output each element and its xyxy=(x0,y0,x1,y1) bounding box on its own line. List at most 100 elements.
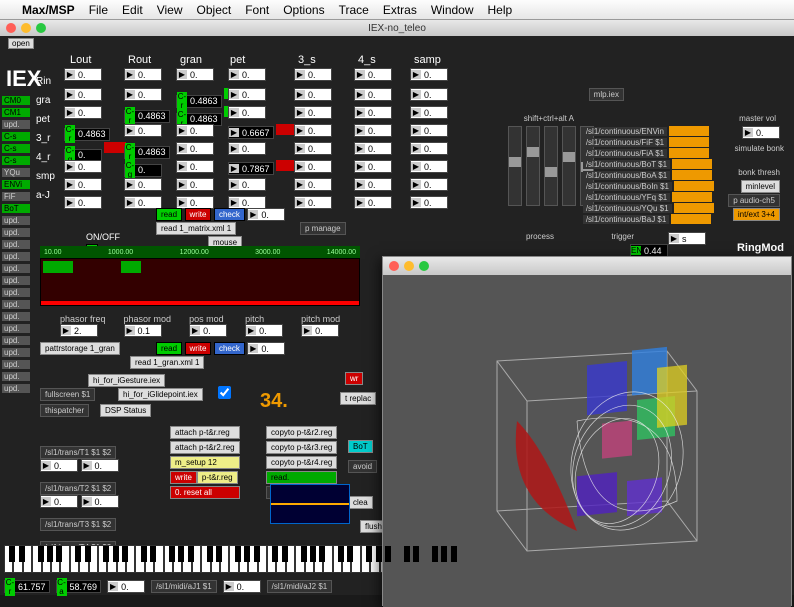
trans1-n2[interactable]: ▶0. xyxy=(81,459,119,472)
side-upd10[interactable]: upd. xyxy=(2,312,30,321)
clear[interactable]: clea xyxy=(348,496,373,509)
jitter-min[interactable] xyxy=(404,261,414,271)
fader-2[interactable] xyxy=(526,126,540,206)
side-upd8[interactable]: upd. xyxy=(2,288,30,297)
path-bar-4[interactable] xyxy=(672,170,712,180)
numbox-4-7[interactable]: ▶0. xyxy=(294,196,332,209)
numbox-5-5[interactable]: ▶0. xyxy=(354,160,392,173)
rwc-num[interactable]: ▶0. xyxy=(247,208,285,221)
numbox-5-7[interactable]: ▶0. xyxy=(354,196,392,209)
avoid[interactable]: avoid xyxy=(348,460,377,473)
read-button[interactable]: read xyxy=(156,208,182,221)
jitter-close[interactable] xyxy=(389,261,399,271)
path-0[interactable]: /sl1/continuous/ENVin xyxy=(583,127,667,136)
numbox-1-6[interactable]: ▶0. xyxy=(124,178,162,191)
path-7[interactable]: /sl1/continuous/YQu $1 xyxy=(583,204,672,213)
foot-ca[interactable]: C-a58.769 xyxy=(56,580,102,593)
numbox-4-6[interactable]: ▶0. xyxy=(294,178,332,191)
clip-1[interactable] xyxy=(43,261,73,273)
mlp[interactable]: mlp.iex xyxy=(589,88,624,101)
path-bar-1[interactable] xyxy=(669,137,709,147)
read-gran[interactable]: read 1_gran.xml 1 xyxy=(130,356,204,369)
path-3[interactable]: /sl1/continuous/BoT $1 xyxy=(583,160,670,169)
num-pitch-mod[interactable]: ▶0. xyxy=(301,324,339,337)
numbox-6-6[interactable]: ▶0. xyxy=(410,178,448,191)
dsp-status[interactable]: DSP Status xyxy=(100,404,151,417)
numbox-4-2[interactable]: ▶0. xyxy=(294,106,332,119)
wr-btn[interactable]: wr xyxy=(345,372,363,385)
trans1-n1[interactable]: ▶0. xyxy=(40,459,78,472)
timeline-track[interactable] xyxy=(40,258,360,306)
trans2-n1[interactable]: ▶0. xyxy=(40,495,78,508)
side-bot[interactable]: BoT xyxy=(2,204,30,213)
numbox-2-0[interactable]: ▶0. xyxy=(176,68,214,81)
numbox-0-5[interactable]: ▶0. xyxy=(64,160,102,173)
numbox-3-0[interactable]: ▶0. xyxy=(228,68,266,81)
path-4[interactable]: /sl1/continuous/BoA $1 xyxy=(583,171,670,180)
hi-glide[interactable]: hi_for_iGlidepoint.iex xyxy=(118,388,203,401)
numbox-1-2[interactable]: C-r0.4863 xyxy=(124,110,170,123)
numbox-0-1[interactable]: ▶0. xyxy=(64,88,102,101)
jitter-zoom[interactable] xyxy=(419,261,429,271)
copy3[interactable]: copyto p-t&r4.reg xyxy=(266,456,337,469)
copy1[interactable]: copyto p-t&r2.reg xyxy=(266,426,337,439)
pattrstorage[interactable]: pattrstorage 1_gran xyxy=(40,342,120,355)
num-pos-mod[interactable]: ▶0. xyxy=(189,324,227,337)
side-upd14[interactable]: upd. xyxy=(2,360,30,369)
path-8[interactable]: /sl1/continuous/BaJ $1 xyxy=(583,215,670,224)
side-cs1[interactable]: C-s xyxy=(2,132,30,141)
numbox-0-3[interactable]: C-r0.4863 xyxy=(64,128,110,141)
write-button[interactable]: write xyxy=(185,208,212,221)
fader-4[interactable] xyxy=(562,126,576,206)
numbox-5-0[interactable]: ▶0. xyxy=(354,68,392,81)
trans3[interactable]: /sl1/trans/T3 $1 $2 xyxy=(40,518,116,531)
foot-n1[interactable]: ▶0. xyxy=(107,580,145,593)
numbox-0-7[interactable]: ▶0. xyxy=(64,196,102,209)
side-fif[interactable]: FiF xyxy=(2,192,30,201)
numbox-1-4[interactable]: C-r0.4863 xyxy=(124,146,170,159)
numbox-2-6[interactable]: ▶0. xyxy=(176,178,214,191)
path-bar-0[interactable] xyxy=(669,126,709,136)
menu-extras[interactable]: Extras xyxy=(383,3,417,17)
numbox-2-4[interactable]: ▶0. xyxy=(176,142,214,155)
midi1[interactable]: /sl1/midi/aJ1 $1 xyxy=(151,580,217,593)
ptrreg[interactable]: p-t&r.reg xyxy=(197,471,238,484)
treplace[interactable]: t replac xyxy=(340,392,376,405)
minimize-button[interactable] xyxy=(21,23,31,33)
clip-2[interactable] xyxy=(121,261,141,273)
side-upd16[interactable]: upd. xyxy=(2,384,30,393)
trans2-n2[interactable]: ▶0. xyxy=(81,495,119,508)
side-yqu[interactable]: YQu xyxy=(2,168,30,177)
numbox-2-5[interactable]: ▶0. xyxy=(176,160,214,173)
p-manage[interactable]: p manage xyxy=(300,222,346,235)
numbox-3-4[interactable]: ▶0. xyxy=(228,142,266,155)
msetup[interactable]: m_setup 12 xyxy=(170,456,240,469)
side-upd9[interactable]: upd. xyxy=(2,300,30,309)
side-cs2[interactable]: C-s xyxy=(2,144,30,153)
thispatcher[interactable]: thispatcher xyxy=(40,404,89,417)
numbox-6-4[interactable]: ▶0. xyxy=(410,142,448,155)
check2[interactable]: check xyxy=(214,342,245,355)
resetall[interactable]: 0. reset all xyxy=(170,486,240,499)
numbox-6-5[interactable]: ▶0. xyxy=(410,160,448,173)
numbox-6-7[interactable]: ▶0. xyxy=(410,196,448,209)
read-matrix-msg[interactable]: read 1_matrix.xml 1 xyxy=(156,222,236,235)
numbox-3-1[interactable]: ▶0. xyxy=(228,88,266,101)
menu-trace[interactable]: Trace xyxy=(339,3,369,17)
write3[interactable]: write xyxy=(170,471,197,484)
trans2[interactable]: /sl1/trans/T2 $1 $2 xyxy=(40,482,116,495)
rwc2-num[interactable]: ▶0. xyxy=(247,342,285,355)
numbox-2-3[interactable]: ▶0. xyxy=(176,124,214,137)
numbox-4-0[interactable]: ▶0. xyxy=(294,68,332,81)
num-pitch[interactable]: ▶0. xyxy=(245,324,283,337)
numbox-3-6[interactable]: ▶0. xyxy=(228,178,266,191)
numbox-3-3[interactable]: ▶0.6667 xyxy=(228,126,274,139)
menu-object[interactable]: Object xyxy=(197,3,232,17)
path-2[interactable]: /sl1/continuous/FiA $1 xyxy=(583,149,667,158)
num-phasor-freq[interactable]: ▶2. xyxy=(60,324,98,337)
side-upd15[interactable]: upd. xyxy=(2,372,30,381)
side-upd11[interactable]: upd. xyxy=(2,324,30,333)
bot-btn[interactable]: BoT xyxy=(348,440,373,453)
numbox-5-6[interactable]: ▶0. xyxy=(354,178,392,191)
bar-0-4[interactable] xyxy=(104,142,126,153)
